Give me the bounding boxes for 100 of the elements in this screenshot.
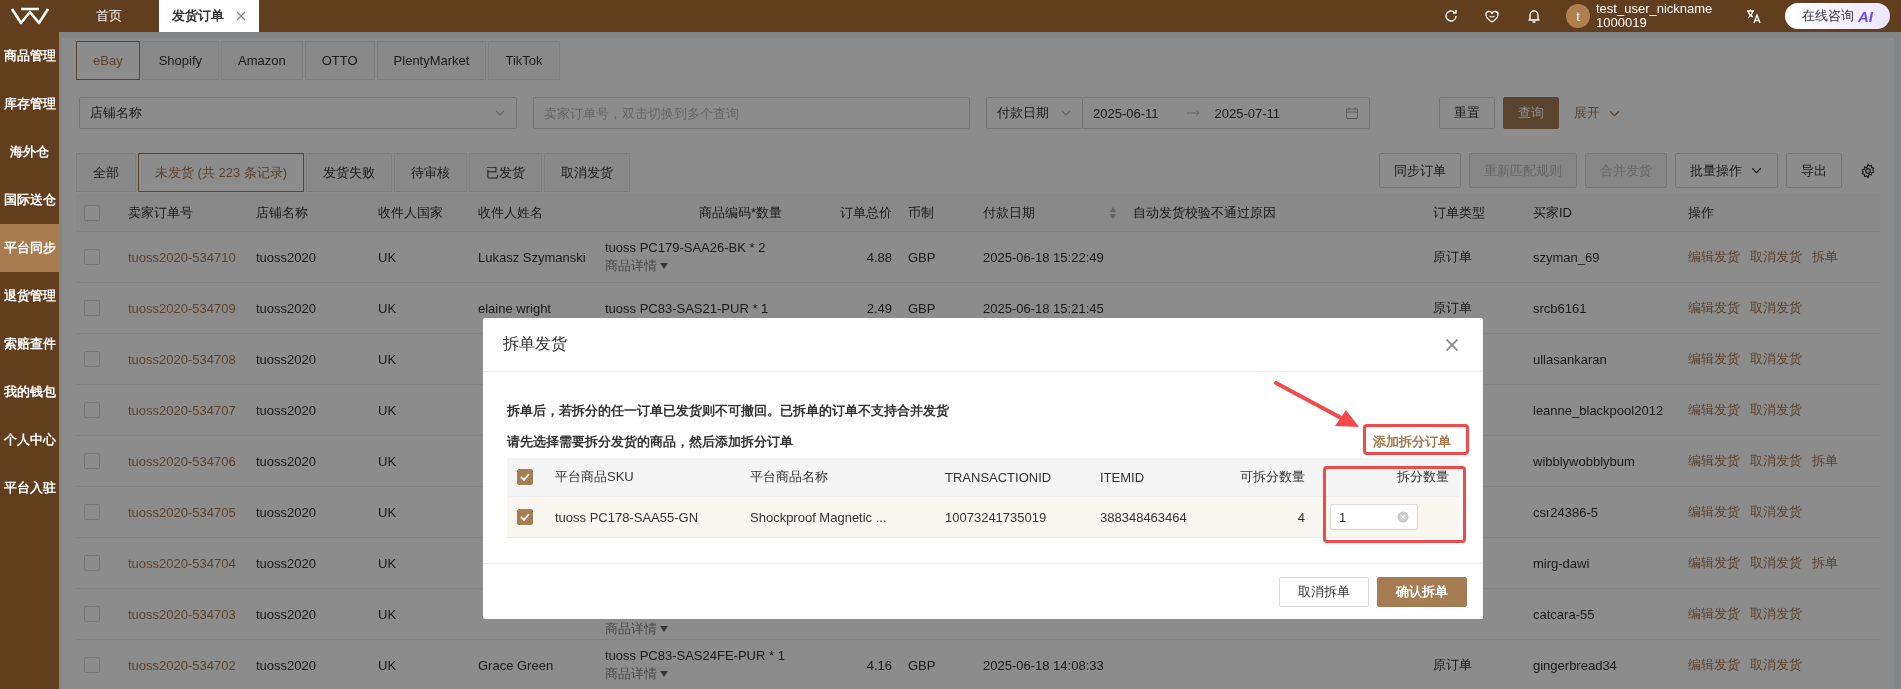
product-detail-link[interactable]: 商品详情 [605,664,669,683]
action-link[interactable]: 拆单 [1812,248,1838,266]
platform-tab[interactable]: Amazon [221,41,303,80]
action-link[interactable]: 编辑发货 [1688,503,1740,521]
action-link[interactable]: 编辑发货 [1688,401,1740,419]
table-cell: UK [378,402,397,418]
avatar[interactable]: t [1566,4,1590,28]
calendar-icon[interactable] [1345,106,1359,120]
status-tab[interactable]: 未发货 (共 223 条记录) [138,153,305,192]
sidebar-item[interactable]: 我的钱包 [0,368,59,416]
table-cell: szyman_69 [1533,249,1600,265]
order-number-link[interactable]: tuoss2020-534709 [128,300,236,316]
expand-toggle[interactable]: 展开 [1574,104,1621,122]
table-cell: elaine wright [478,300,551,316]
action-link[interactable]: 编辑发货 [1688,554,1740,572]
action-link[interactable]: 编辑发货 [1688,605,1740,623]
platform-tab[interactable]: eBay [76,41,140,80]
close-icon[interactable] [236,11,246,21]
action-link[interactable]: 取消发货 [1750,656,1802,674]
clear-icon[interactable] [1397,511,1409,523]
action-link[interactable]: 取消发货 [1750,554,1802,572]
product-detail-link[interactable]: 商品详情 [605,620,669,638]
action-link[interactable]: 取消发货 [1750,503,1802,521]
quantity-input[interactable]: 1 [1330,504,1418,530]
action-link[interactable]: 取消发货 [1750,452,1802,470]
refresh-icon[interactable] [1443,8,1459,24]
status-tab[interactable]: 取消发货 [544,153,631,192]
platform-tab[interactable]: PlentyMarket [376,41,487,80]
platform-tab[interactable]: TikTok [488,41,560,80]
add-split-order-link[interactable]: 添加拆分订单 [1373,433,1451,451]
settings-icon[interactable] [1860,162,1876,179]
action-link[interactable]: 编辑发货 [1688,656,1740,674]
product-detail-link[interactable]: 商品详情 [605,256,669,275]
order-number-link[interactable]: tuoss2020-534707 [128,402,236,418]
action-link[interactable]: 取消发货 [1750,401,1802,419]
action-link[interactable]: 取消发货 [1750,248,1802,266]
order-number-link[interactable]: tuoss2020-534706 [128,453,236,469]
order-number-link[interactable]: tuoss2020-534704 [128,555,236,571]
arrow-right-icon [1186,109,1201,117]
sidebar-item[interactable]: 索赔查件 [0,320,59,368]
toolbar-button[interactable]: 导出 [1786,153,1842,188]
action-link[interactable]: 取消发货 [1750,350,1802,368]
action-link[interactable]: 拆单 [1812,554,1838,572]
table-cell: 原订单 [1433,248,1472,266]
smiley-icon[interactable] [1484,8,1500,24]
action-link[interactable]: 编辑发货 [1688,299,1740,317]
assistant-button[interactable]: 在线咨询 AI [1785,3,1890,29]
action-link[interactable]: 拆单 [1812,452,1838,470]
store-select[interactable]: 店铺名称 [79,97,517,129]
column-header: 收件人国家 [378,203,443,222]
status-tab[interactable]: 全部 [76,153,136,192]
query-button[interactable]: 查询 [1503,97,1559,129]
close-icon[interactable] [1445,337,1459,352]
sidebar-item[interactable]: 个人中心 [0,416,59,464]
order-number-link[interactable]: tuoss2020-534702 [128,657,236,673]
date-type-select[interactable]: 付款日期 [986,97,1083,129]
sort-icon[interactable] [1109,205,1117,220]
sidebar-item[interactable]: 库存管理 [0,80,59,128]
table-cell: tuoss PC179-SAA26-BK * 2 [605,239,766,255]
table-cell: UK [378,249,397,265]
table-cell: tuoss2020 [256,657,316,673]
status-tab[interactable]: 已发货 [469,153,543,192]
status-tab[interactable]: 发货失败 [306,153,393,192]
sidebar-item[interactable]: 平台入驻 [0,464,59,512]
toolbar-button[interactable]: 同步订单 [1379,153,1461,188]
action-link[interactable]: 编辑发货 [1688,452,1740,470]
action-link[interactable]: 编辑发货 [1688,350,1740,368]
table-cell: tuoss PC83-SAS21-PUR * 1 [605,300,769,316]
platform-tab[interactable]: OTTO [304,41,375,80]
order-number-link[interactable]: tuoss2020-534703 [128,606,236,622]
logo[interactable] [9,7,50,25]
page-tab[interactable]: 首页 [59,0,159,32]
page-tab[interactable]: 发货订单 [159,0,259,32]
reset-button[interactable]: 重置 [1439,97,1495,129]
confirm-button[interactable]: 确认拆单 [1377,576,1467,607]
cancel-button[interactable]: 取消拆单 [1279,576,1369,607]
sidebar-item[interactable]: 退货管理 [0,272,59,320]
translate-icon[interactable] [1746,8,1762,24]
sidebar-item[interactable]: 国际送仓 [0,176,59,224]
order-number-link[interactable]: tuoss2020-534708 [128,351,236,367]
checkbox[interactable] [517,469,533,485]
dialog-title: 拆单发货 [503,334,567,354]
dropdown-button[interactable]: 批量操作 [1675,153,1778,188]
sidebar-item[interactable]: 商品管理 [0,32,59,80]
checkbox[interactable] [517,509,533,525]
sidebar-item[interactable]: 平台同步 [0,224,59,272]
table-cell: 2025-06-18 15:21:45 [983,300,1104,316]
sidebar-item[interactable]: 海外仓 [0,128,59,176]
date-range-field[interactable]: 2025-06-11 2025-07-11 [1082,97,1370,129]
order-number-link[interactable]: tuoss2020-534710 [128,249,236,265]
order-number-link[interactable]: tuoss2020-534705 [128,504,236,520]
column-header: 订单类型 [1433,203,1485,222]
status-tab[interactable]: 待审核 [394,153,468,192]
action-link[interactable]: 取消发货 [1750,299,1802,317]
platform-tab[interactable]: Shopify [141,41,219,80]
action-link[interactable]: 编辑发货 [1688,248,1740,266]
table-cell: tuoss2020 [256,504,316,520]
bell-icon[interactable] [1526,8,1542,24]
action-link[interactable]: 取消发货 [1750,605,1802,623]
column-header: 付款日期 [983,203,1035,222]
